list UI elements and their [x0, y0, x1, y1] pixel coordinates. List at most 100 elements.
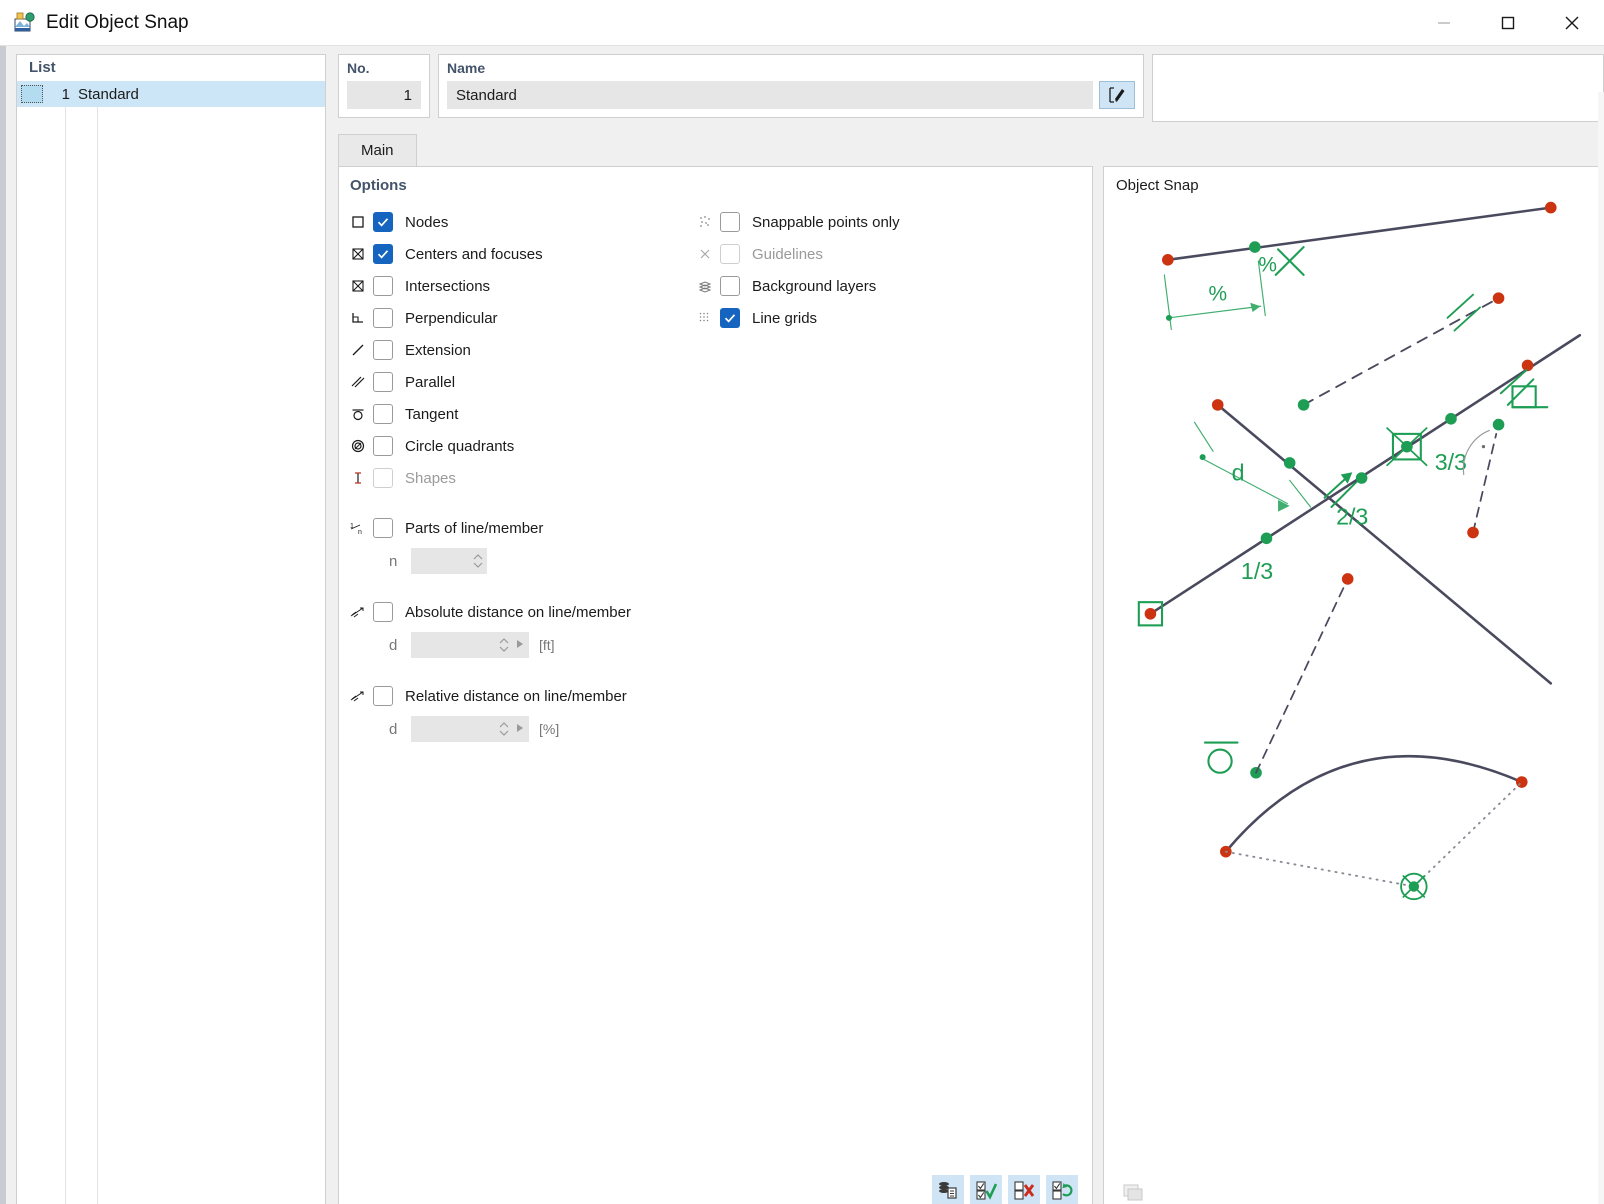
option-tangent-checkbox[interactable] [373, 404, 393, 424]
relative-d-stepper[interactable] [411, 716, 529, 742]
preview-title: Object Snap [1116, 177, 1199, 194]
option-circle-quadrants[interactable]: Circle quadrants [347, 430, 694, 462]
edit-pencil-icon[interactable] [1099, 81, 1135, 109]
option-extension-checkbox[interactable] [373, 340, 393, 360]
close-button[interactable] [1540, 0, 1604, 46]
option-centers-checkbox[interactable] [373, 244, 393, 264]
option-intersections[interactable]: Intersections [347, 270, 694, 302]
relative-d-expand-icon[interactable] [515, 721, 525, 738]
parts-n-label: n [389, 552, 398, 570]
option-nodes[interactable]: Nodes [347, 206, 694, 238]
option-background-layers-label: Background layers [752, 277, 877, 295]
absolute-distance-icon [347, 601, 369, 623]
option-background-layers[interactable]: Background layers [694, 270, 900, 302]
option-absolute-distance[interactable]: Absolute distance on line/member [347, 596, 694, 628]
option-perpendicular[interactable]: Perpendicular [347, 302, 694, 334]
absolute-d-field-row: d [ft] [347, 628, 694, 662]
option-shapes[interactable]: Shapes [347, 462, 694, 494]
option-parallel-checkbox[interactable] [373, 372, 393, 392]
name-field-group: Name Standard [438, 54, 1144, 118]
option-background-layers-checkbox[interactable] [720, 276, 740, 296]
option-relative-distance-label: Relative distance on line/member [405, 687, 627, 705]
absolute-d-unit: [ft] [539, 637, 555, 653]
shape-insert-icon [347, 467, 369, 489]
list-column-divider-2 [97, 107, 98, 1204]
absolute-d-stepper[interactable] [411, 632, 529, 658]
option-parallel-label: Parallel [405, 373, 456, 391]
relative-d-field-row: d [%] [347, 712, 694, 746]
list-column-divider-1 [65, 107, 66, 1204]
option-intersections-checkbox[interactable] [373, 276, 393, 296]
absolute-d-spin-arrows[interactable] [499, 638, 509, 652]
list-item-label: Standard [78, 85, 139, 103]
right-scroll-sliver[interactable] [1598, 92, 1604, 1204]
load-from-library-button[interactable] [932, 1175, 964, 1204]
option-tangent[interactable]: Tangent [347, 398, 694, 430]
number-label: No. [347, 60, 370, 76]
circle-quadrant-icon [347, 435, 369, 457]
top-blank-panel [1152, 54, 1604, 122]
options-right-column: Snappable points only Guidelines Backgro… [694, 206, 900, 746]
relative-d-label: d [389, 720, 398, 738]
option-centers-and-focuses[interactable]: Centers and focuses [347, 238, 694, 270]
parts-n-stepper[interactable] [411, 548, 487, 574]
option-parts-of-line[interactable]: 1n Parts of line/member [347, 512, 694, 544]
absolute-d-expand-icon[interactable] [515, 637, 525, 654]
list-header: List [29, 59, 56, 76]
option-line-grids-checkbox[interactable] [720, 308, 740, 328]
list-item[interactable]: 1 Standard [17, 81, 325, 107]
extension-line-icon [347, 339, 369, 361]
option-relative-distance[interactable]: Relative distance on line/member [347, 680, 694, 712]
option-guidelines: Guidelines [694, 238, 900, 270]
perpendicular-icon [347, 307, 369, 329]
option-extension[interactable]: Extension [347, 334, 694, 366]
option-circle-quadrants-checkbox[interactable] [373, 436, 393, 456]
list-item-number: 1 [61, 85, 70, 103]
minimize-button[interactable] [1412, 0, 1476, 46]
preview-label-d: d [1232, 459, 1245, 485]
option-relative-distance-checkbox[interactable] [373, 686, 393, 706]
number-input[interactable]: 1 [347, 81, 421, 109]
maximize-button[interactable] [1476, 0, 1540, 46]
invert-selection-button[interactable] [1046, 1175, 1078, 1204]
preview-label-third-1: 1/3 [1241, 558, 1273, 584]
tab-main[interactable]: Main [338, 134, 417, 166]
option-parts-of-line-checkbox[interactable] [373, 518, 393, 538]
line-grid-icon [694, 307, 716, 329]
list-panel: List 1 Standard [16, 54, 326, 1204]
list-rows: 1 Standard [17, 81, 325, 1204]
option-parts-of-line-label: Parts of line/member [405, 519, 544, 537]
options-toolbar [932, 1175, 1078, 1204]
option-intersections-label: Intersections [405, 277, 491, 295]
option-line-grids[interactable]: Line grids [694, 302, 900, 334]
panels-row: Options Nodes Centers and focuses Inters… [338, 166, 1604, 1204]
option-guidelines-label: Guidelines [752, 245, 823, 263]
object-snap-icon [14, 11, 36, 34]
snappable-points-icon [694, 211, 716, 233]
options-columns: Nodes Centers and focuses Intersections … [339, 194, 1092, 746]
option-snappable-points-label: Snappable points only [752, 213, 900, 231]
relative-d-spin-arrows[interactable] [499, 722, 509, 736]
preview-label-third-3: 3/3 [1435, 449, 1467, 475]
option-snappable-points-checkbox[interactable] [720, 212, 740, 232]
top-fields: No. 1 Name Standard [338, 54, 1604, 122]
preview-settings-icon[interactable] [1118, 1177, 1150, 1204]
parts-n-field-row: n [347, 544, 694, 578]
preview-panel: Object Snap % % d 1/3 2/3 3/3 [1103, 166, 1604, 1204]
option-absolute-distance-checkbox[interactable] [373, 602, 393, 622]
intersection-icon [347, 275, 369, 297]
deselect-all-options-button[interactable] [1008, 1175, 1040, 1204]
option-snappable-points-only[interactable]: Snappable points only [694, 206, 900, 238]
option-parallel[interactable]: Parallel [347, 366, 694, 398]
absolute-d-label: d [389, 636, 398, 654]
option-nodes-checkbox[interactable] [373, 212, 393, 232]
name-input[interactable]: Standard [447, 81, 1093, 109]
option-perpendicular-checkbox[interactable] [373, 308, 393, 328]
options-left-column: Nodes Centers and focuses Intersections … [339, 206, 694, 746]
select-all-options-button[interactable] [970, 1175, 1002, 1204]
parts-n-spin-arrows[interactable] [473, 554, 483, 568]
options-group-title: Options [350, 177, 407, 194]
main-column: No. 1 Name Standard Main Options Nodes C… [326, 46, 1604, 1204]
edit-object-snap-dialog: Edit Object Snap List 1 Standard No. 1 N… [0, 0, 1604, 1204]
relative-distance-icon [347, 685, 369, 707]
